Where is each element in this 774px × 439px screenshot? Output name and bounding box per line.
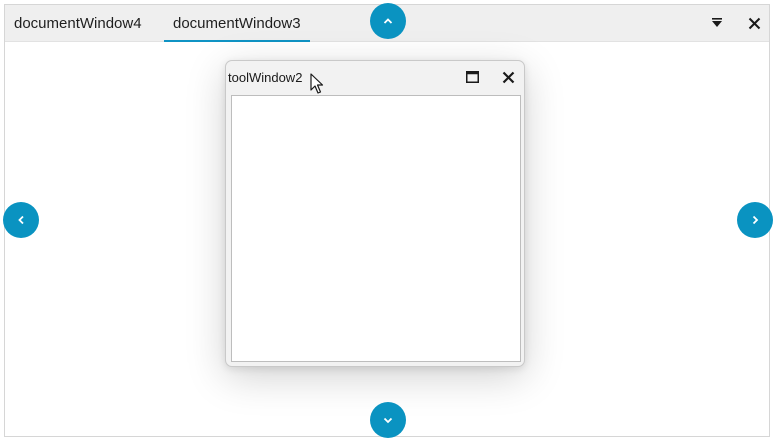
close-document-button[interactable]	[742, 11, 766, 35]
tool-window-title: toolWindow2	[228, 70, 303, 85]
close-icon	[502, 71, 514, 83]
chevron-left-icon	[18, 215, 24, 225]
chevron-up-icon	[383, 18, 393, 24]
dock-right-button[interactable]	[737, 202, 773, 238]
close-tool-window-button[interactable]	[497, 67, 519, 87]
chevron-down-icon	[383, 417, 393, 424]
floating-tool-window[interactable]: toolWindow2	[225, 60, 525, 367]
mouse-cursor-icon	[310, 73, 324, 94]
close-icon	[748, 17, 760, 29]
tab-list-dropdown-button[interactable]	[705, 11, 729, 35]
dock-top-button[interactable]	[370, 3, 406, 39]
tab-documentwindow3[interactable]: documentWindow3	[164, 5, 310, 42]
tab-documentwindow4[interactable]: documentWindow4	[5, 5, 151, 42]
dock-bottom-button[interactable]	[370, 402, 406, 438]
chevron-right-icon	[752, 215, 759, 225]
maximize-button[interactable]	[461, 67, 483, 87]
tool-window-content	[231, 95, 521, 362]
dropdown-menu-icon	[712, 18, 722, 27]
maximize-icon	[465, 71, 479, 83]
dock-left-button[interactable]	[3, 202, 39, 238]
